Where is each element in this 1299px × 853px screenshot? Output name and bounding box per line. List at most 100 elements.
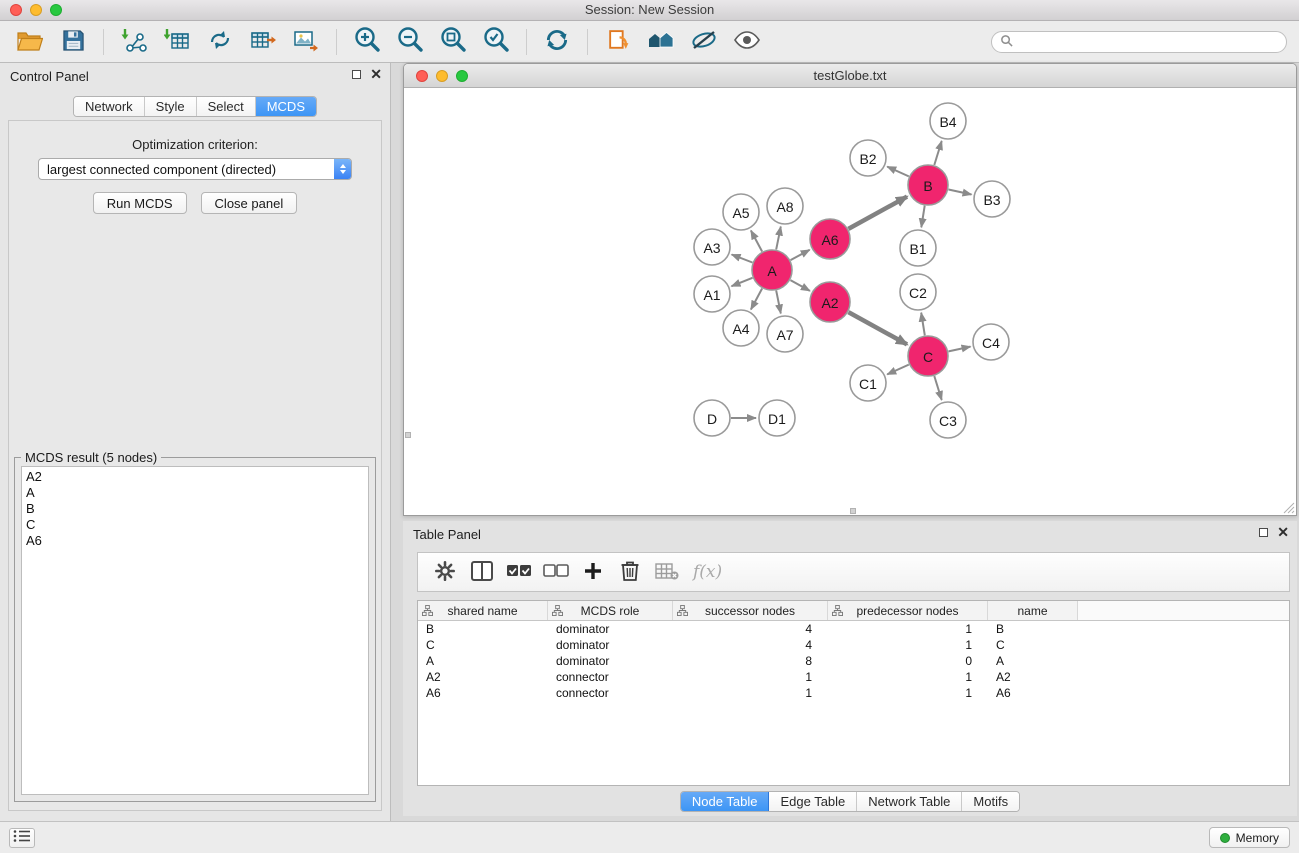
tab-select[interactable]: Select — [197, 97, 256, 116]
graph-node-A4[interactable]: A4 — [723, 310, 759, 346]
zoom-fit-button[interactable] — [433, 24, 473, 60]
column-header-predecessor-nodes[interactable]: predecessor nodes — [828, 601, 988, 620]
import-network-button[interactable] — [114, 24, 154, 60]
graphics-details-button[interactable] — [727, 24, 767, 60]
minimize-app-button[interactable] — [30, 4, 42, 16]
close-app-button[interactable] — [10, 4, 22, 16]
graph-edge-A-A7[interactable] — [776, 291, 781, 314]
column-header-mcds-role[interactable]: MCDS role — [548, 601, 673, 620]
graph-node-C1[interactable]: C1 — [850, 365, 886, 401]
tab-node-table[interactable]: Node Table — [681, 792, 770, 811]
resize-grip[interactable] — [1283, 502, 1295, 514]
graph-edge-C-C2[interactable] — [921, 313, 925, 336]
graph-edge-B-B1[interactable] — [921, 206, 924, 228]
graph-node-B1[interactable]: B1 — [900, 230, 936, 266]
mcds-result-list[interactable]: A2 A B C A6 — [21, 466, 369, 795]
annotation-button[interactable] — [684, 24, 724, 60]
show-columns-button[interactable] — [467, 556, 497, 588]
result-item[interactable]: C — [26, 517, 364, 533]
tab-mcds[interactable]: MCDS — [256, 97, 316, 116]
graph-edge-A-A8[interactable] — [776, 227, 781, 250]
graph-edge-B-B4[interactable] — [934, 141, 941, 165]
home-button[interactable] — [641, 24, 681, 60]
titlebar[interactable]: Session: New Session — [0, 0, 1299, 21]
run-mcds-button[interactable]: Run MCDS — [93, 192, 187, 214]
graph-edge-A-A5[interactable] — [751, 231, 762, 252]
graph-node-A8[interactable]: A8 — [767, 188, 803, 224]
table-row[interactable]: A2 connector 1 1 A2 — [418, 669, 1289, 685]
graph-node-A7[interactable]: A7 — [767, 316, 803, 352]
network-graph[interactable]: B4B2BB3A8A5A6A3B1AC2A1A2A4A7C4CC1DD1C3 — [404, 88, 1296, 515]
graph-node-A3[interactable]: A3 — [694, 229, 730, 265]
zoom-in-button[interactable] — [347, 24, 387, 60]
deselect-all-columns-button[interactable] — [541, 556, 571, 588]
graph-node-C[interactable]: C — [908, 336, 948, 376]
tab-edge-table[interactable]: Edge Table — [769, 792, 857, 811]
graph-node-A2[interactable]: A2 — [810, 282, 850, 322]
result-item[interactable]: A — [26, 485, 364, 501]
tab-motifs[interactable]: Motifs — [962, 792, 1019, 811]
delete-column-button[interactable] — [615, 556, 645, 588]
create-column-button[interactable] — [578, 556, 608, 588]
graph-node-C4[interactable]: C4 — [973, 324, 1009, 360]
function-builder-button[interactable]: f(x) — [693, 562, 722, 582]
open-network-document-button[interactable] — [598, 24, 638, 60]
search-input[interactable] — [1018, 34, 1278, 49]
export-table-button[interactable] — [243, 24, 283, 60]
criterion-dropdown[interactable]: largest connected component (directed) — [38, 158, 352, 180]
result-item[interactable]: A6 — [26, 533, 364, 549]
zoom-selected-button[interactable] — [476, 24, 516, 60]
graph-edge-A-A2[interactable] — [790, 280, 810, 291]
close-table-panel-icon[interactable]: ✕ — [1277, 527, 1289, 537]
graph-edge-B-B2[interactable] — [887, 167, 909, 177]
tab-network[interactable]: Network — [74, 97, 145, 116]
close-panel-button[interactable]: Close panel — [201, 192, 298, 214]
graph-edge-B-B3[interactable] — [949, 190, 972, 195]
column-header-successor-nodes[interactable]: successor nodes — [673, 601, 828, 620]
graph-edge-A-A6[interactable] — [791, 250, 810, 260]
graph-node-B4[interactable]: B4 — [930, 103, 966, 139]
apply-layout-button[interactable] — [537, 24, 577, 60]
zoom-app-button[interactable] — [50, 4, 62, 16]
vertical-scrollbar-thumb[interactable] — [405, 432, 411, 438]
table-settings-button[interactable] — [430, 556, 460, 588]
graph-node-B2[interactable]: B2 — [850, 140, 886, 176]
close-panel-icon[interactable]: ✕ — [370, 69, 382, 79]
graph-node-C3[interactable]: C3 — [930, 402, 966, 438]
memory-button[interactable]: Memory — [1209, 827, 1290, 848]
result-item[interactable]: A2 — [26, 469, 364, 485]
graph-edge-A-A4[interactable] — [751, 289, 762, 310]
network-window-titlebar[interactable]: testGlobe.txt — [404, 64, 1296, 88]
graph-edge-C-C3[interactable] — [934, 376, 941, 400]
float-panel-icon[interactable] — [352, 70, 361, 79]
zoom-out-button[interactable] — [390, 24, 430, 60]
import-table-button[interactable] — [157, 24, 197, 60]
table-row[interactable]: B dominator 4 1 B — [418, 621, 1289, 637]
tab-network-table[interactable]: Network Table — [857, 792, 962, 811]
table-row[interactable]: A dominator 8 0 A — [418, 653, 1289, 669]
graph-edge-C-C1[interactable] — [887, 365, 909, 375]
search-box[interactable] — [991, 31, 1287, 53]
minimize-network-window-button[interactable] — [436, 70, 448, 82]
float-table-panel-icon[interactable] — [1259, 528, 1268, 537]
tab-style[interactable]: Style — [145, 97, 197, 116]
graph-node-A6[interactable]: A6 — [810, 219, 850, 259]
graph-node-A1[interactable]: A1 — [694, 276, 730, 312]
export-image-button[interactable] — [286, 24, 326, 60]
graph-edge-A6-B[interactable] — [848, 197, 907, 229]
network-canvas[interactable]: B4B2BB3A8A5A6A3B1AC2A1A2A4A7C4CC1DD1C3 — [404, 88, 1296, 515]
result-item[interactable]: B — [26, 501, 364, 517]
export-network-button[interactable] — [200, 24, 240, 60]
delete-table-button[interactable] — [652, 556, 682, 588]
column-header-shared-name[interactable]: shared name — [418, 601, 548, 620]
graph-node-A[interactable]: A — [752, 250, 792, 290]
graph-edge-C-C4[interactable] — [949, 347, 971, 352]
save-session-button[interactable] — [53, 24, 93, 60]
graph-node-C2[interactable]: C2 — [900, 274, 936, 310]
graph-node-B[interactable]: B — [908, 165, 948, 205]
table-row[interactable]: A6 connector 1 1 A6 — [418, 685, 1289, 701]
zoom-network-window-button[interactable] — [456, 70, 468, 82]
horizontal-scrollbar-thumb[interactable] — [850, 508, 856, 514]
table-row[interactable]: C dominator 4 1 C — [418, 637, 1289, 653]
graph-edge-A-A1[interactable] — [732, 278, 753, 286]
